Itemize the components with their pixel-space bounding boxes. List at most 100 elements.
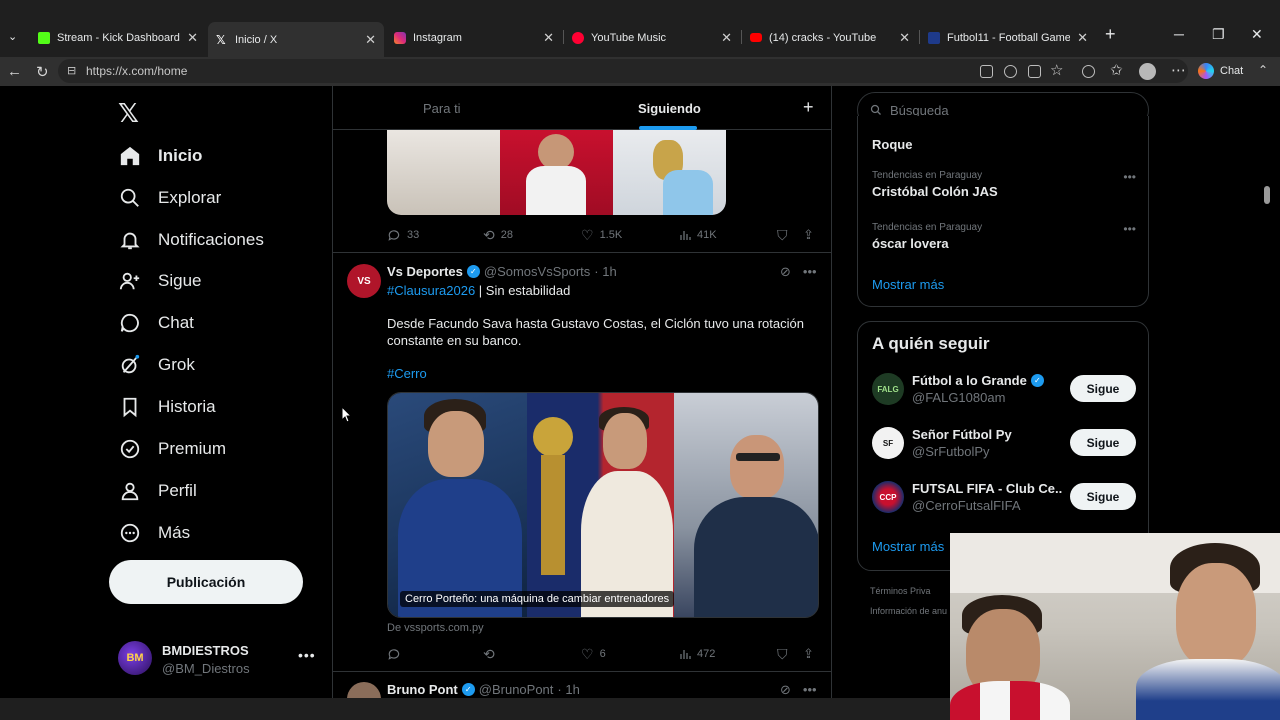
- account-switcher[interactable]: BM BMDIESTROS @BM_Diestros •••: [118, 639, 318, 679]
- share-icon[interactable]: ⇪: [803, 646, 814, 662]
- views-button[interactable]: 472: [679, 648, 777, 660]
- tab-youtube[interactable]: (14) cracks - YouTube ✕: [742, 24, 918, 51]
- window-close-icon[interactable]: ✕: [1251, 26, 1263, 43]
- hashtag-link[interactable]: #Cerro: [387, 366, 427, 381]
- tab-list-chevron-icon[interactable]: ⌄: [8, 30, 17, 43]
- close-icon[interactable]: ✕: [1077, 30, 1088, 46]
- sidebar-toggle-icon[interactable]: ⌃: [1258, 63, 1268, 77]
- nav-item-follow[interactable]: Sigue: [118, 263, 201, 299]
- follow-suggestion[interactable]: FALG Fútbol a lo Grande ✓ @FALG1080am Si…: [872, 370, 1138, 410]
- copilot-chat-button[interactable]: Chat: [1198, 63, 1243, 79]
- page-scrollbar-thumb[interactable]: [1264, 186, 1270, 204]
- bookmark-icon: [118, 395, 142, 419]
- nav-item-grok[interactable]: Grok: [118, 347, 195, 383]
- suggestion-avatar: FALG: [872, 373, 904, 405]
- like-count: 1.5K: [599, 229, 623, 241]
- more-icon[interactable]: •••: [803, 682, 817, 698]
- tab-instagram[interactable]: Instagram ✕: [386, 24, 562, 51]
- account-more-icon[interactable]: •••: [298, 647, 316, 663]
- share-icon[interactable]: ⇪: [803, 227, 814, 243]
- post-time[interactable]: · 1h: [557, 682, 579, 697]
- repost-button[interactable]: ⟲ 28: [483, 227, 581, 244]
- nav-item-explore[interactable]: Explorar: [118, 180, 221, 216]
- link-source[interactable]: De vssports.com.py: [387, 622, 484, 634]
- grok-explain-icon[interactable]: ⊘: [780, 264, 791, 280]
- repost-button[interactable]: ⟲: [483, 646, 581, 663]
- hashtag-link[interactable]: #Clausura2026: [387, 283, 475, 298]
- tab-futbol11[interactable]: Futbol11 - Football Games Da ✕: [920, 24, 1096, 51]
- post-button[interactable]: Publicación: [109, 560, 303, 604]
- footer-links-2[interactable]: Información de anu: [870, 606, 947, 616]
- trend-more-icon[interactable]: •••: [1123, 170, 1136, 184]
- show-more-trends-link[interactable]: Mostrar más: [872, 277, 944, 292]
- follow-button[interactable]: Sigue: [1070, 429, 1136, 456]
- like-button[interactable]: ♡ 1.5K: [581, 227, 679, 244]
- more-options-icon[interactable]: ⋯: [1171, 61, 1186, 79]
- author-avatar[interactable]: VS: [347, 264, 381, 298]
- nav-item-notifications[interactable]: Notificaciones: [118, 222, 264, 258]
- tab-kick[interactable]: Stream - Kick Dashboard ✕: [30, 24, 206, 51]
- trend-item[interactable]: Roque: [872, 134, 1136, 152]
- author-handle[interactable]: @BrunoPont: [479, 682, 554, 697]
- nav-item-premium[interactable]: Premium: [118, 431, 226, 467]
- follow-suggestion[interactable]: CCP FUTSAL FIFA - Club Ce... @CerroFutsa…: [872, 478, 1138, 518]
- follow-button[interactable]: Sigue: [1070, 375, 1136, 402]
- author-avatar[interactable]: [347, 682, 381, 698]
- app-available-icon[interactable]: [980, 65, 993, 78]
- nav-item-profile[interactable]: Perfil: [118, 473, 197, 509]
- back-arrow-icon[interactable]: ←: [7, 63, 22, 80]
- url-field[interactable]: ⊟ https://x.com/home: [58, 59, 1188, 83]
- show-more-suggestions-link[interactable]: Mostrar más: [872, 539, 944, 554]
- close-icon[interactable]: ✕: [543, 30, 554, 46]
- previous-post-media[interactable]: [387, 130, 726, 215]
- views-button[interactable]: 41K: [679, 229, 777, 241]
- tab-following[interactable]: Siguiendo: [638, 101, 701, 116]
- post-bruno-pont[interactable]: Bruno Pont ✓ @BrunoPont · 1h ⊘ •••: [333, 672, 831, 698]
- nav-item-more[interactable]: Más: [118, 515, 190, 551]
- extensions-icon[interactable]: [1082, 65, 1095, 78]
- post-vs-deportes[interactable]: VS Vs Deportes ✓ @SomosVsSports · 1h ⊘ •…: [333, 252, 831, 672]
- nav-item-chat[interactable]: Chat: [118, 305, 194, 341]
- close-icon[interactable]: ✕: [365, 32, 376, 48]
- follow-suggestion[interactable]: SF Señor Fútbol Py @SrFutbolPy Sigue: [872, 424, 1138, 464]
- more-icon[interactable]: •••: [803, 264, 817, 280]
- close-icon[interactable]: ✕: [187, 30, 198, 46]
- reader-mode-icon[interactable]: [1028, 65, 1041, 78]
- grok-explain-icon[interactable]: ⊘: [780, 682, 791, 698]
- favorite-star-icon[interactable]: ☆: [1050, 61, 1063, 79]
- bookmark-icon[interactable]: ⛉: [777, 227, 803, 244]
- profile-avatar-icon[interactable]: [1139, 63, 1156, 80]
- reload-icon[interactable]: ↻: [36, 63, 49, 81]
- post-link-card-image[interactable]: Cerro Porteño: una máquina de cambiar en…: [387, 392, 819, 618]
- new-tab-plus-icon[interactable]: +: [1105, 24, 1116, 45]
- like-button[interactable]: ♡ 6: [581, 646, 679, 663]
- author-handle[interactable]: @SomosVsSports: [484, 264, 590, 279]
- nav-item-home[interactable]: Inicio: [118, 138, 202, 174]
- verified-badge-icon: ✓: [466, 265, 480, 278]
- bookmark-icon[interactable]: ⛉: [777, 646, 803, 663]
- follow-button[interactable]: Sigue: [1070, 483, 1136, 510]
- footer-links[interactable]: Términos Priva: [870, 586, 931, 596]
- tab-x-home[interactable]: 𝕏 Inicio / X ✕: [208, 22, 384, 57]
- image-panel-coach-1: [388, 393, 527, 617]
- trend-more-icon[interactable]: •••: [1123, 222, 1136, 236]
- translate-icon[interactable]: [1004, 65, 1017, 78]
- reply-button[interactable]: [387, 647, 483, 661]
- add-feed-plus-icon[interactable]: +: [803, 97, 814, 118]
- author-name[interactable]: Vs Deportes: [387, 264, 463, 279]
- site-info-icon[interactable]: ⊟: [67, 59, 76, 83]
- restore-icon[interactable]: ❐: [1212, 26, 1225, 43]
- favorites-bar-icon[interactable]: ✩: [1110, 61, 1123, 79]
- trend-item[interactable]: Tendencias en Paraguay Cristóbal Colón J…: [872, 170, 1136, 199]
- reply-button[interactable]: 33: [387, 228, 483, 242]
- tab-youtube-music[interactable]: YouTube Music ✕: [564, 24, 740, 51]
- x-logo-icon[interactable]: 𝕏: [118, 98, 139, 129]
- tab-for-you[interactable]: Para ti: [423, 101, 461, 116]
- close-icon[interactable]: ✕: [899, 30, 910, 46]
- trend-item[interactable]: Tendencias en Paraguay óscar lovera •••: [872, 222, 1136, 251]
- minimize-icon[interactable]: ─: [1174, 26, 1184, 42]
- post-time[interactable]: · 1h: [594, 264, 616, 279]
- nav-item-bookmarks[interactable]: Historia: [118, 389, 216, 425]
- author-name[interactable]: Bruno Pont: [387, 682, 458, 697]
- close-icon[interactable]: ✕: [721, 30, 732, 46]
